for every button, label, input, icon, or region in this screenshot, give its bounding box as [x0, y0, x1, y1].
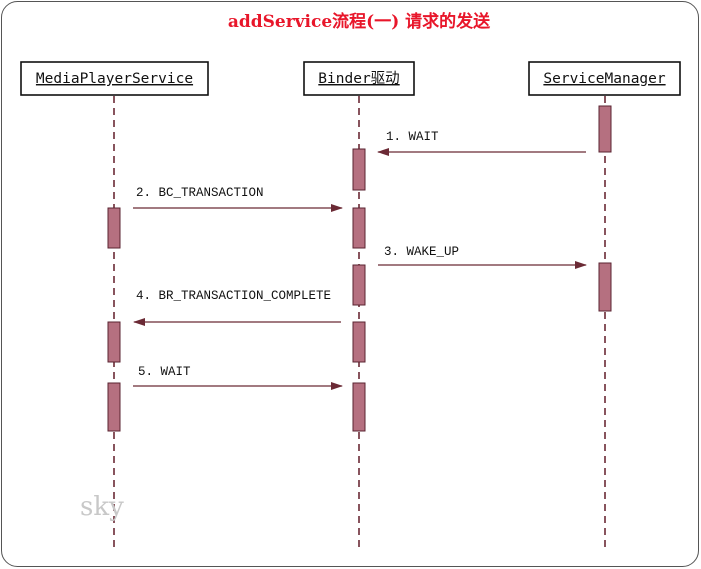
participant-service-manager: ServiceManager	[528, 61, 681, 96]
activation-bar-binder	[352, 382, 366, 432]
participant-binder-driver: Binder驱动	[303, 61, 415, 96]
participant-label: Binder驱动	[318, 70, 399, 87]
activation-bar-media-player-service	[107, 321, 121, 363]
activation-bar-binder	[352, 321, 366, 363]
activation-bar-media-player-service	[107, 207, 121, 249]
participant-label: ServiceManager	[543, 71, 665, 87]
diagram-title: addService流程(一) 请求的发送	[228, 11, 491, 32]
activation-bar-binder	[352, 264, 366, 306]
activation-bar-service-manager	[598, 105, 612, 153]
message-label: 4. BR_TRANSACTION_COMPLETE	[136, 289, 331, 303]
sequence-diagram: addService流程(一) 请求的发送 MediaPlayerService…	[1, 1, 699, 567]
participant-media-player-service: MediaPlayerService	[20, 61, 209, 96]
activation-bar-media-player-service	[107, 382, 121, 432]
activation-bar-binder	[352, 148, 366, 191]
message-label: 3. WAKE_UP	[384, 245, 459, 259]
message-label: 5. WAIT	[138, 365, 191, 379]
message-label: 1. WAIT	[386, 130, 439, 144]
activation-bar-binder	[352, 207, 366, 249]
participant-label: MediaPlayerService	[36, 71, 193, 87]
message-label: 2. BC_TRANSACTION	[136, 186, 264, 200]
watermark: sky	[80, 492, 124, 522]
activation-bar-service-manager	[598, 262, 612, 312]
